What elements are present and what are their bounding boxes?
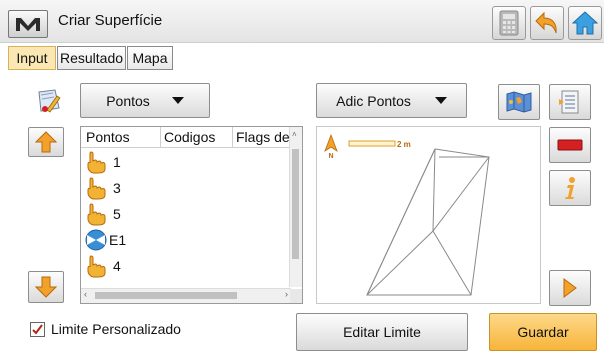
dropdown-arrow-icon: [434, 97, 447, 104]
calculator-button[interactable]: [492, 6, 526, 40]
select-list-icon: [559, 90, 579, 114]
tab-input[interactable]: Input: [8, 46, 56, 70]
scale-label: 2 m: [397, 140, 411, 149]
station-icon: [85, 229, 107, 251]
custom-limit-label: Limite Personalizado: [51, 321, 181, 337]
tab-mapa-label: Mapa: [132, 50, 168, 66]
column-header-pontos[interactable]: Pontos: [86, 129, 130, 145]
points-list[interactable]: Pontos Codigos Flags de 1 3 5 E1 4 ˄ ‹ ›: [80, 126, 303, 304]
surface-triangulation: N 2 m: [324, 133, 490, 296]
pencil-map-icon: [38, 89, 61, 113]
vertical-scrollbar[interactable]: ˄: [289, 127, 302, 287]
north-arrow-icon: [324, 133, 338, 153]
m-logo-icon: [16, 18, 40, 31]
hand-point-icon: [87, 151, 106, 174]
select-points-button[interactable]: [33, 86, 63, 116]
scroll-right-icon[interactable]: ›: [285, 289, 288, 299]
triangulation-lines: [366, 148, 490, 296]
horizontal-scroll-thumb[interactable]: [95, 292, 237, 299]
add-points-dropdown[interactable]: Adic Pontos: [316, 83, 467, 118]
delete-button[interactable]: [549, 127, 591, 163]
save-button[interactable]: Guardar: [489, 313, 597, 351]
column-divider: [160, 127, 161, 147]
scale-bar: [348, 140, 396, 147]
info-icon: [565, 177, 575, 199]
next-button[interactable]: [549, 270, 591, 306]
list-item[interactable]: 4: [85, 253, 121, 279]
minus-icon: [557, 139, 583, 151]
calculator-icon: [499, 10, 519, 36]
home-icon: [572, 11, 598, 35]
menu-logo-button[interactable]: [8, 10, 48, 38]
back-button[interactable]: [530, 6, 564, 40]
map-button[interactable]: [498, 84, 540, 120]
tab-mapa[interactable]: Mapa: [127, 46, 173, 70]
play-right-icon: [563, 278, 577, 298]
info-button[interactable]: [549, 170, 591, 206]
hand-point-icon: [87, 203, 106, 226]
list-item[interactable]: 5: [85, 201, 121, 227]
list-item[interactable]: 3: [85, 175, 121, 201]
checkmark-icon: [32, 324, 43, 335]
tab-input-label: Input: [16, 50, 48, 66]
window-title: Criar Superfície: [58, 12, 163, 29]
add-points-label: Adic Pontos: [336, 92, 411, 109]
scroll-up-icon[interactable]: ˄: [292, 130, 297, 139]
north-label: N: [328, 153, 333, 160]
edit-limit-label: Editar Limite: [343, 324, 421, 340]
point-name: 1: [113, 154, 121, 170]
hand-point-icon: [87, 177, 106, 200]
undo-arrow-icon: [535, 11, 557, 34]
points-source-dropdown[interactable]: Pontos: [80, 83, 210, 118]
map-preview[interactable]: N 2 m: [316, 126, 541, 304]
scroll-corner: [290, 289, 302, 303]
list-item[interactable]: 1: [85, 149, 121, 175]
point-name: 4: [113, 258, 121, 274]
list-item[interactable]: E1: [85, 227, 126, 253]
move-up-button[interactable]: [28, 127, 64, 157]
column-header-codigos[interactable]: Codigos: [164, 129, 215, 145]
list-header: Pontos Codigos Flags de: [81, 127, 291, 148]
map-icon: [506, 91, 532, 113]
edit-limit-button[interactable]: Editar Limite: [296, 313, 468, 351]
column-header-flags[interactable]: Flags de: [236, 129, 290, 145]
point-name: 3: [113, 180, 121, 196]
arrow-down-icon: [35, 276, 57, 298]
hand-point-icon: [87, 255, 106, 278]
move-down-button[interactable]: [28, 271, 64, 303]
point-name: E1: [109, 232, 127, 248]
custom-limit-checkbox[interactable]: [30, 322, 45, 337]
vertical-scroll-thumb[interactable]: [292, 149, 299, 259]
points-source-label: Pontos: [106, 92, 150, 109]
scroll-left-icon[interactable]: ‹: [84, 289, 87, 299]
tab-resultado-label: Resultado: [59, 50, 124, 66]
save-label: Guardar: [517, 324, 569, 340]
dropdown-arrow-icon: [171, 97, 184, 104]
point-name: 5: [113, 206, 121, 222]
horizontal-scrollbar[interactable]: ‹ ›: [81, 288, 291, 303]
column-divider: [232, 127, 233, 147]
select-list-button[interactable]: [549, 84, 591, 120]
arrow-up-icon: [35, 131, 57, 153]
home-button[interactable]: [568, 6, 602, 40]
tab-resultado[interactable]: Resultado: [57, 46, 126, 70]
